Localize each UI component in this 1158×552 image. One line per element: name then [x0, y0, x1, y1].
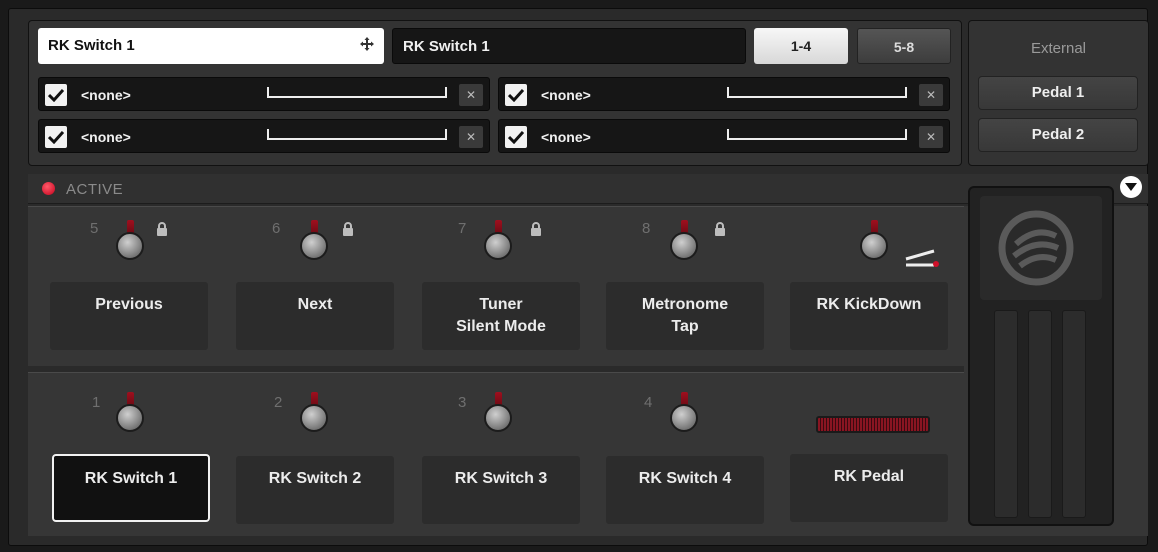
pedal-slot [994, 310, 1018, 518]
footswitch-rk-pedal[interactable]: RK Pedal [790, 454, 948, 522]
external-title: External [1030, 40, 1087, 57]
switch-name-input[interactable]: RK Switch 1 [38, 28, 384, 64]
pedal-slot [1062, 310, 1086, 518]
footswitch-tuner-silent-mode[interactable]: Tuner Silent Mode [422, 282, 580, 350]
lock-icon [715, 222, 725, 236]
pedal-2-button[interactable]: Pedal 2 [978, 118, 1138, 152]
footswitch-number: 5 [90, 220, 99, 237]
footswitch-metronome-tap[interactable]: Metronome Tap [606, 282, 764, 350]
footswitch-previous[interactable]: Previous [50, 282, 208, 350]
check-icon [48, 88, 64, 102]
lock-icon [531, 222, 541, 236]
rig-kontrol-logo-icon [998, 210, 1074, 286]
switch-name-display: RK Switch 1 [392, 28, 746, 64]
footswitch-next[interactable]: Next [236, 282, 394, 350]
check-icon [508, 130, 524, 144]
close-icon[interactable]: ✕ [919, 126, 943, 148]
assignment-row: <none> ✕ [498, 77, 950, 111]
assignment-label: <none> [81, 87, 131, 103]
footswitch-knob[interactable] [114, 392, 146, 438]
lock-icon [157, 222, 167, 236]
pedal-level-meter [816, 416, 930, 433]
pedal-1-button[interactable]: Pedal 1 [978, 76, 1138, 110]
footswitch-number: 1 [92, 394, 101, 411]
assignment-checkbox[interactable] [45, 126, 67, 148]
footswitch-rk-switch-3[interactable]: RK Switch 3 [422, 456, 580, 524]
assignment-range-slider[interactable] [727, 87, 907, 98]
assignment-checkbox[interactable] [505, 84, 527, 106]
close-icon[interactable]: ✕ [459, 126, 483, 148]
close-icon[interactable]: ✕ [919, 84, 943, 106]
assignment-label: <none> [81, 129, 131, 145]
footswitch-knob[interactable] [298, 220, 330, 266]
kickdown-icon [905, 249, 939, 267]
bank-tab-5-8[interactable]: 5-8 [857, 28, 951, 64]
footswitch-number: 2 [274, 394, 283, 411]
assignment-row: <none> ✕ [38, 77, 490, 111]
footswitch-rk-switch-2[interactable]: RK Switch 2 [236, 456, 394, 524]
footswitch-number: 4 [644, 394, 653, 411]
footswitch-number: 6 [272, 220, 281, 237]
pedal-slot [1028, 310, 1052, 518]
assignment-label: <none> [541, 87, 591, 103]
footswitch-number: 7 [458, 220, 467, 237]
move-icon[interactable] [360, 37, 374, 51]
check-icon [48, 130, 64, 144]
footswitch-rk-kickdown[interactable]: RK KickDown [790, 282, 948, 350]
assignment-range-slider[interactable] [267, 129, 447, 140]
lock-icon [343, 222, 353, 236]
footswitch-number: 3 [458, 394, 467, 411]
bank-tab-1-4[interactable]: 1-4 [754, 28, 848, 64]
assignment-row: <none> ✕ [498, 119, 950, 153]
footswitch-knob[interactable] [482, 220, 514, 266]
active-led [42, 182, 55, 195]
footswitch-number: 8 [642, 220, 651, 237]
close-icon[interactable]: ✕ [459, 84, 483, 106]
assignment-checkbox[interactable] [45, 84, 67, 106]
footswitch-knob[interactable] [668, 220, 700, 266]
assignment-range-slider[interactable] [267, 87, 447, 98]
footswitch-knob[interactable] [298, 392, 330, 438]
assignment-checkbox[interactable] [505, 126, 527, 148]
active-label: ACTIVE [66, 181, 124, 198]
footswitch-knob[interactable] [114, 220, 146, 266]
footswitch-knob[interactable] [482, 392, 514, 438]
chevron-down-icon[interactable] [1120, 176, 1142, 198]
footswitch-knob[interactable] [858, 220, 890, 266]
assignment-row: <none> ✕ [38, 119, 490, 153]
assignment-label: <none> [541, 129, 591, 145]
switch-name-value: RK Switch 1 [48, 37, 135, 54]
footswitch-rk-switch-1[interactable]: RK Switch 1 [52, 454, 210, 522]
footswitch-knob[interactable] [668, 392, 700, 438]
footswitch-rk-switch-4[interactable]: RK Switch 4 [606, 456, 764, 524]
check-icon [508, 88, 524, 102]
assignment-range-slider[interactable] [727, 129, 907, 140]
